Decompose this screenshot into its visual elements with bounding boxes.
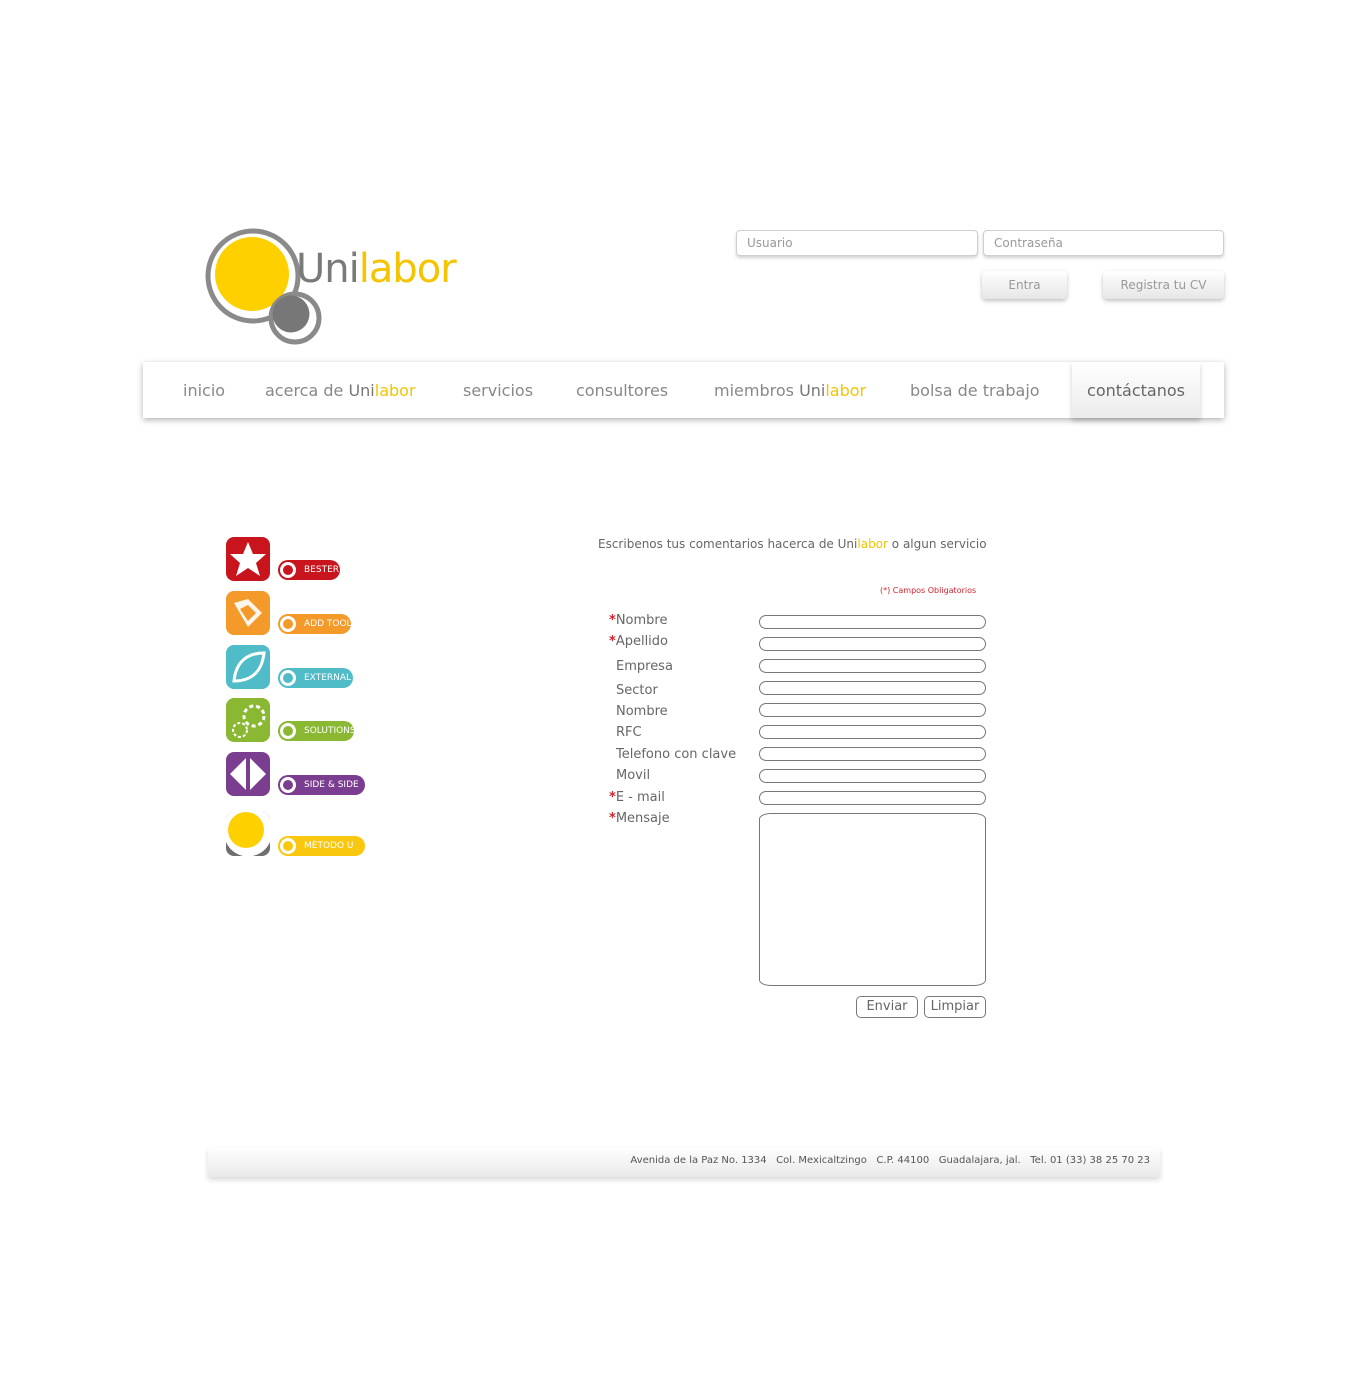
external-button[interactable]: EXTERNAL xyxy=(278,668,353,688)
label-mensaje: *Mensaje xyxy=(609,811,670,826)
password-input[interactable]: Contraseña xyxy=(983,230,1224,256)
empresa-input[interactable] xyxy=(759,659,986,673)
nav-bolsa-trabajo[interactable]: bolsa de trabajo xyxy=(910,362,1040,418)
solutions-badge[interactable] xyxy=(226,698,270,742)
leaf-icon xyxy=(232,651,266,683)
movil-input[interactable] xyxy=(759,769,986,783)
nav-inicio[interactable]: inicio xyxy=(183,362,225,418)
nav-contactanos[interactable]: contáctanos xyxy=(1072,362,1200,418)
metodo-u-button[interactable]: MÉTODO U xyxy=(278,836,365,856)
label-movil: Movil xyxy=(616,768,651,783)
nombre-input[interactable] xyxy=(759,615,986,629)
nav-miembros[interactable]: miembros Unilabor xyxy=(714,362,866,418)
sector-input[interactable] xyxy=(759,681,986,695)
footer: Avenida de la Paz No. 1334 Col. Mexicalt… xyxy=(208,1147,1160,1177)
add-tools-badge[interactable] xyxy=(226,591,270,635)
nav-acerca[interactable]: acerca de Unilabor xyxy=(265,362,416,418)
side-and-side-badge[interactable] xyxy=(226,752,270,796)
telefono-input[interactable] xyxy=(759,747,986,761)
gear-icon xyxy=(232,704,266,738)
star-icon xyxy=(230,542,266,576)
label-apellido: *Apellido xyxy=(609,634,668,649)
form-intro: Escribenos tus comentarios hacerca de Un… xyxy=(598,537,987,551)
external-badge[interactable] xyxy=(226,645,270,689)
required-note: (*) Campos Obligatorios xyxy=(880,586,977,595)
nav-consultores[interactable]: consultores xyxy=(576,362,668,418)
pencil-icon xyxy=(234,599,262,627)
apellido-input[interactable] xyxy=(759,637,986,651)
add-tools-button[interactable]: ADD TOOLS xyxy=(278,614,357,634)
main-nav: inicio acerca de Unilabor servicios cons… xyxy=(143,362,1224,418)
username-input[interactable]: Usuario xyxy=(736,230,978,256)
label-telefono: Telefono con clave xyxy=(616,747,737,762)
nombre-2-input[interactable] xyxy=(759,703,986,717)
solutions-button[interactable]: SOLUTIONS xyxy=(278,721,356,741)
metodo-u-badge[interactable] xyxy=(226,812,270,856)
register-cv-button[interactable]: Registra tu CV xyxy=(1103,271,1224,299)
circle-icon xyxy=(226,812,270,856)
arrows-icon xyxy=(230,758,266,790)
bester-badge[interactable] xyxy=(226,537,270,581)
label-nombre: *Nombre xyxy=(609,613,668,628)
send-button[interactable]: Enviar xyxy=(856,996,918,1018)
label-nombre-2: Nombre xyxy=(616,704,668,719)
clear-button[interactable]: Limpiar xyxy=(924,996,986,1018)
side-and-side-button[interactable]: SIDE & SIDE xyxy=(278,775,365,795)
label-email: *E - mail xyxy=(609,790,665,805)
login-button[interactable]: Entra xyxy=(982,271,1067,299)
footer-address: Avenida de la Paz No. 1334 Col. Mexicalt… xyxy=(630,1155,1150,1166)
nav-servicios[interactable]: servicios xyxy=(463,362,533,418)
email-input[interactable] xyxy=(759,791,986,805)
label-empresa: Empresa xyxy=(616,659,673,674)
rfc-input[interactable] xyxy=(759,725,986,739)
label-sector: Sector xyxy=(616,683,658,698)
label-rfc: RFC xyxy=(616,725,642,740)
mensaje-textarea[interactable] xyxy=(759,813,986,986)
bester-button[interactable]: BESTER xyxy=(278,560,340,580)
logo-wordmark: Unilabor xyxy=(296,246,457,292)
